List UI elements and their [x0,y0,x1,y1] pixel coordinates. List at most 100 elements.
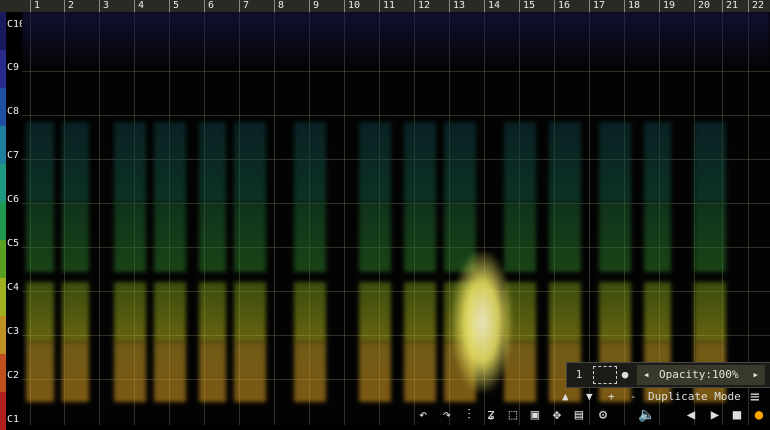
select-icon[interactable]: ⬚ [504,406,522,425]
bar-number[interactable]: 14 [486,0,500,12]
move-up-button[interactable]: ▲ [562,389,569,405]
dot-icon[interactable]: ● [619,365,631,385]
spectral-band [644,282,671,342]
spectral-band [404,342,436,402]
bar-tick [99,0,100,12]
move-icon[interactable]: ✥ [548,406,566,425]
redo-icon[interactable]: ↷ [438,406,456,425]
bar-number[interactable]: 16 [556,0,570,12]
key-color-strip [0,240,6,278]
bar-tick [659,0,660,12]
spectral-band [549,122,581,202]
save-icon[interactable]: ▤ [570,406,588,425]
spectral-band [599,202,631,272]
bar-tick [204,0,205,12]
bar-number[interactable]: 15 [521,0,535,12]
box-select-icon[interactable]: ▣ [526,406,544,425]
spectral-band [404,202,436,272]
bar-tick [309,0,310,12]
spectral-band [26,342,54,402]
menu-icon[interactable]: ≡ [750,389,760,405]
bar-number[interactable]: 20 [696,0,710,12]
bar-number[interactable]: 12 [416,0,430,12]
spectral-band [26,282,54,342]
duplicate-mode-label[interactable]: Duplicate Mode [648,389,741,405]
spectral-band [234,202,266,272]
prev-icon[interactable]: ◀ [682,406,700,425]
bar-number[interactable]: 1 [32,0,40,12]
octave-label: C1 [7,414,20,425]
spectral-band [359,342,391,402]
opacity-right-arrow-icon[interactable]: ▸ [752,365,759,385]
opacity-slider[interactable]: ◂ Opacity:100% ▸ [637,365,765,385]
bar-number[interactable]: 17 [591,0,605,12]
spectral-band [294,282,326,342]
key-color-strip [0,278,6,316]
spectral-band [294,342,326,402]
volume-icon[interactable]: 🔈 [638,406,656,425]
stop-icon[interactable]: ■ [728,406,746,425]
bar-number[interactable]: 8 [276,0,284,12]
bar-number[interactable]: 4 [136,0,144,12]
bar-tick [484,0,485,12]
bar-tick [554,0,555,12]
spectral-band [199,282,226,342]
undo-icon[interactable]: ↶ [414,406,432,425]
record-icon[interactable]: ● [750,406,768,425]
bar-number[interactable]: 21 [724,0,738,12]
spectral-band [404,122,436,202]
octave-label: C5 [7,238,20,249]
mode-row: ▲ ▼ + - Duplicate Mode ≡ [560,389,770,405]
bar-tick [589,0,590,12]
pitch-icon[interactable]: ʑ [482,406,500,425]
bar-number[interactable]: 11 [381,0,395,12]
octave-label: C6 [7,194,20,205]
spectral-band [294,122,326,202]
spectral-band [154,282,186,342]
remove-layer-button[interactable]: - [630,389,637,405]
bar-tick [748,0,749,12]
key-color-strip [0,316,6,354]
timeline-ruler[interactable]: 1 2 3 4 5 6 7 8 9 10 11 12 13 14 15 16 17 18 19 20 21 22 [0,0,770,12]
bar-tick [239,0,240,12]
bar-number[interactable]: 6 [206,0,214,12]
grid-line [274,12,275,425]
move-down-button[interactable]: ▼ [586,389,593,405]
spectral-band [199,122,226,202]
bar-number[interactable]: 2 [66,0,74,12]
add-layer-button[interactable]: + [608,389,615,405]
bar-number[interactable]: 7 [241,0,249,12]
settings-icon[interactable]: ⚙ [594,406,612,425]
spectral-band [234,122,266,202]
spectral-band [234,342,266,402]
play-icon[interactable]: ▶ [706,406,724,425]
bar-number[interactable]: 18 [626,0,640,12]
octave-label: C8 [7,106,20,117]
bar-number[interactable]: 10 [346,0,360,12]
spectral-band [694,282,726,342]
spectral-band [359,282,391,342]
bar-number[interactable]: 5 [171,0,179,12]
key-color-strip [0,126,6,164]
piano-keyboard[interactable]: C10 C9 C8 C7 C6 C5 C4 C3 C2 C1 [0,12,25,430]
mixer-icon[interactable]: ⫶ [460,406,478,425]
bar-tick [379,0,380,12]
spectral-band [114,202,146,272]
bar-number[interactable]: 3 [101,0,109,12]
opacity-label: Opacity:100% [659,368,739,381]
spectral-band [62,342,89,402]
bar-number[interactable]: 19 [661,0,675,12]
spectral-band [644,122,671,202]
bar-number[interactable]: 22 [750,0,764,12]
bar-number[interactable]: 13 [451,0,465,12]
spectral-band [26,202,54,272]
bar-tick [344,0,345,12]
spectral-band [234,282,266,342]
spectral-band [444,122,476,202]
bar-tick [449,0,450,12]
bar-number[interactable]: 9 [311,0,319,12]
fit-icon[interactable] [593,366,617,384]
key-color-strip [0,50,6,88]
opacity-left-arrow-icon[interactable]: ◂ [643,365,650,385]
spectral-band [549,282,581,342]
